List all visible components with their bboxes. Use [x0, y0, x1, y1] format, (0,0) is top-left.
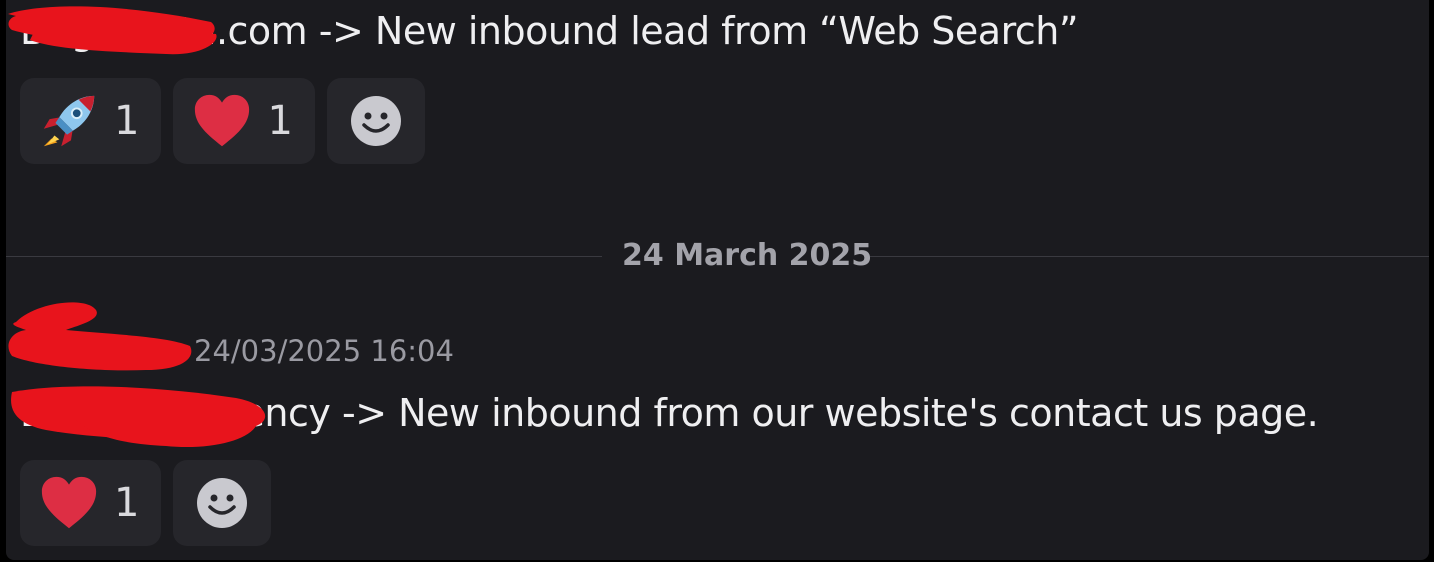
add-reaction-button[interactable]: [173, 460, 272, 546]
reaction-heart[interactable]: 1: [173, 78, 315, 164]
reaction-bar: 1: [20, 460, 272, 546]
date-divider: 24 March 2025: [6, 236, 1429, 276]
date-divider-label: 24 March 2025: [622, 238, 873, 273]
divider-line: [6, 256, 602, 257]
reaction-rocket[interactable]: 1: [20, 78, 162, 164]
smiley-icon: [196, 477, 248, 529]
rocket-emoji-icon: [38, 90, 100, 152]
reaction-count: 1: [267, 98, 293, 144]
red-heart-emoji-icon: [191, 90, 253, 152]
chat-panel: Brightdata.com -> New inbound lead from …: [6, 0, 1429, 560]
message-header: 24/03/2025 16:04: [6, 300, 706, 380]
divider-line: [870, 256, 1429, 257]
smiley-icon: [350, 95, 402, 147]
reaction-count: 1: [114, 480, 140, 526]
reaction-bar: 1 1: [20, 78, 425, 164]
message-timestamp: 24/03/2025 16:04: [194, 334, 454, 368]
red-heart-emoji-icon: [38, 472, 100, 534]
reaction-heart[interactable]: 1: [20, 460, 162, 546]
add-reaction-button[interactable]: [326, 78, 425, 164]
reaction-count: 1: [114, 98, 140, 144]
message-text: Business agency -> New inbound from our …: [20, 391, 1319, 435]
message-text: Brightdata.com -> New inbound lead from …: [20, 9, 1079, 53]
